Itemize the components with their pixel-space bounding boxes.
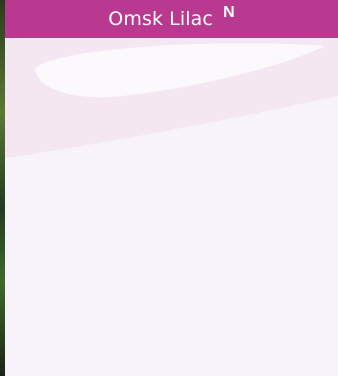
new-badge: N [223, 4, 235, 21]
page-title: Omsk Lilac [108, 8, 213, 30]
title-wrap: Omsk Lilac N [108, 0, 234, 38]
panel-header: Omsk Lilac N [5, 0, 338, 38]
info-panel: Omsk Lilac N [5, 0, 338, 376]
decorative-swoosh [5, 38, 338, 158]
